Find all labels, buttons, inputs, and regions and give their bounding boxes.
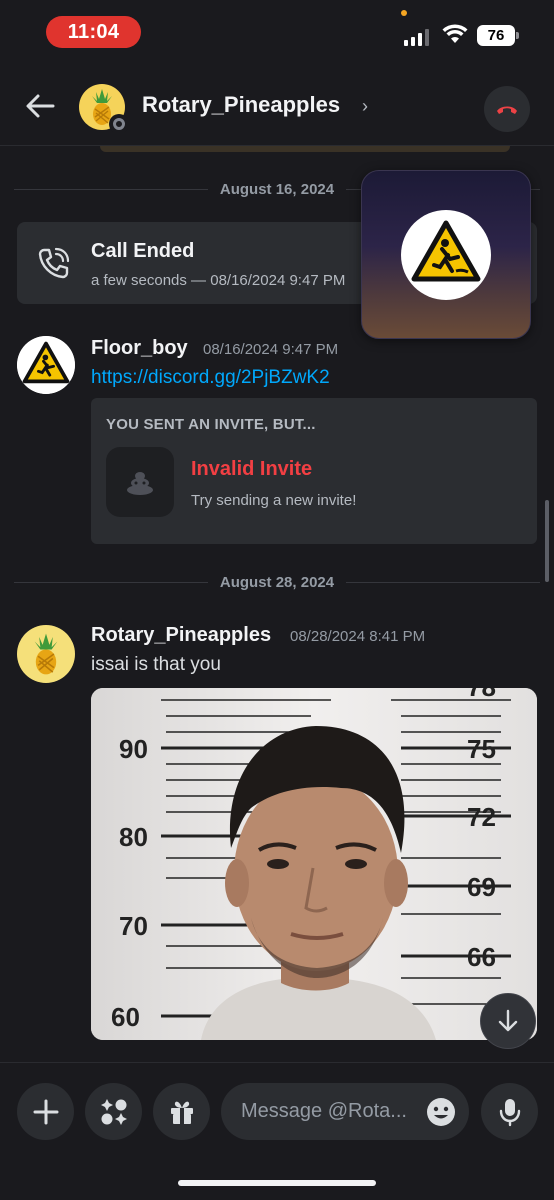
call-pip-overlay[interactable] <box>361 170 531 339</box>
call-ended-title: Call Ended <box>91 240 195 262</box>
call-ended-subtitle: a few seconds — 08/16/2024 9:47 PM <box>91 272 346 289</box>
scale-label-right: 66 <box>467 942 496 972</box>
message-author[interactable]: Floor_boy <box>91 337 188 360</box>
invite-heading: YOU SENT AN INVITE, BUT... <box>106 416 316 433</box>
hangup-icon <box>497 106 517 114</box>
message-input-container[interactable] <box>221 1083 469 1140</box>
date-divider-label: August 16, 2024 <box>219 180 335 198</box>
previous-content-edge <box>100 146 510 152</box>
invite-server-icon <box>106 447 174 517</box>
privacy-indicator-dot <box>401 10 407 16</box>
cellular-signal-icon <box>404 28 429 46</box>
invite-subtitle: Try sending a new invite! <box>191 492 357 509</box>
emoji-icon[interactable] <box>425 1096 457 1128</box>
back-arrow-icon <box>26 94 55 118</box>
status-bar: 11:04 76 <box>0 0 554 70</box>
apps-icon <box>100 1098 127 1125</box>
date-divider-label: August 28, 2024 <box>219 573 335 591</box>
scale-label-left: 90 <box>119 734 148 764</box>
message-author[interactable]: Rotary_Pineapples <box>91 624 271 647</box>
message-timestamp: 08/28/2024 8:41 PM <box>290 628 426 645</box>
invite-embed: YOU SENT AN INVITE, BUT... Invalid Invit… <box>91 398 537 544</box>
scale-label-left: 80 <box>119 822 148 852</box>
chevron-right-icon[interactable]: › <box>362 96 368 117</box>
battery-indicator: 76 <box>477 25 519 46</box>
message-timestamp: 08/16/2024 9:47 PM <box>203 341 339 358</box>
avatar[interactable] <box>79 84 129 134</box>
wet-floor-sign-avatar-icon <box>401 209 491 300</box>
apps-button[interactable] <box>85 1083 142 1140</box>
scale-label-left: 70 <box>119 911 148 941</box>
gift-icon <box>170 1101 193 1124</box>
pineapple-avatar-icon <box>34 633 58 675</box>
add-attachment-button[interactable] <box>17 1083 74 1140</box>
voice-message-button[interactable] <box>481 1083 538 1140</box>
gift-button[interactable] <box>153 1083 210 1140</box>
invite-link[interactable]: https://discord.gg/2PjBZwK2 <box>91 367 330 389</box>
scale-label-right: 78 <box>467 688 496 702</box>
message-input[interactable] <box>241 1083 421 1140</box>
back-button[interactable] <box>22 88 58 124</box>
hangup-button[interactable] <box>484 86 530 132</box>
avatar[interactable] <box>17 625 75 683</box>
microphone-icon <box>499 1098 520 1126</box>
avatar[interactable] <box>17 336 75 394</box>
image-attachment[interactable]: 90 80 70 60 78 75 72 69 66 <box>91 688 537 1040</box>
status-indicator <box>109 114 129 134</box>
scale-label-right: 72 <box>467 802 496 832</box>
scrollbar[interactable] <box>545 500 549 582</box>
phone-call-icon <box>38 247 70 279</box>
wifi-icon <box>442 24 468 43</box>
plus-icon <box>33 1099 58 1124</box>
date-divider: August 28, 2024 <box>14 572 540 592</box>
status-time[interactable]: 11:04 <box>46 16 141 48</box>
dm-header: Rotary_Pineapples › <box>0 70 554 146</box>
scale-label-left: 60 <box>111 1002 140 1032</box>
scale-label-right: 75 <box>467 734 496 764</box>
jump-to-present-button[interactable] <box>480 993 536 1049</box>
poop-icon <box>127 472 153 495</box>
channel-name[interactable]: Rotary_Pineapples <box>142 92 340 118</box>
message-text: issai is that you <box>91 654 221 675</box>
home-indicator[interactable] <box>178 1180 376 1186</box>
wet-floor-sign-avatar-icon <box>17 336 75 394</box>
invite-title: Invalid Invite <box>191 458 313 480</box>
arrow-down-icon <box>498 1009 518 1032</box>
scale-label-right: 69 <box>467 872 496 902</box>
mugshot-image: 90 80 70 60 78 75 72 69 66 <box>91 688 537 1040</box>
